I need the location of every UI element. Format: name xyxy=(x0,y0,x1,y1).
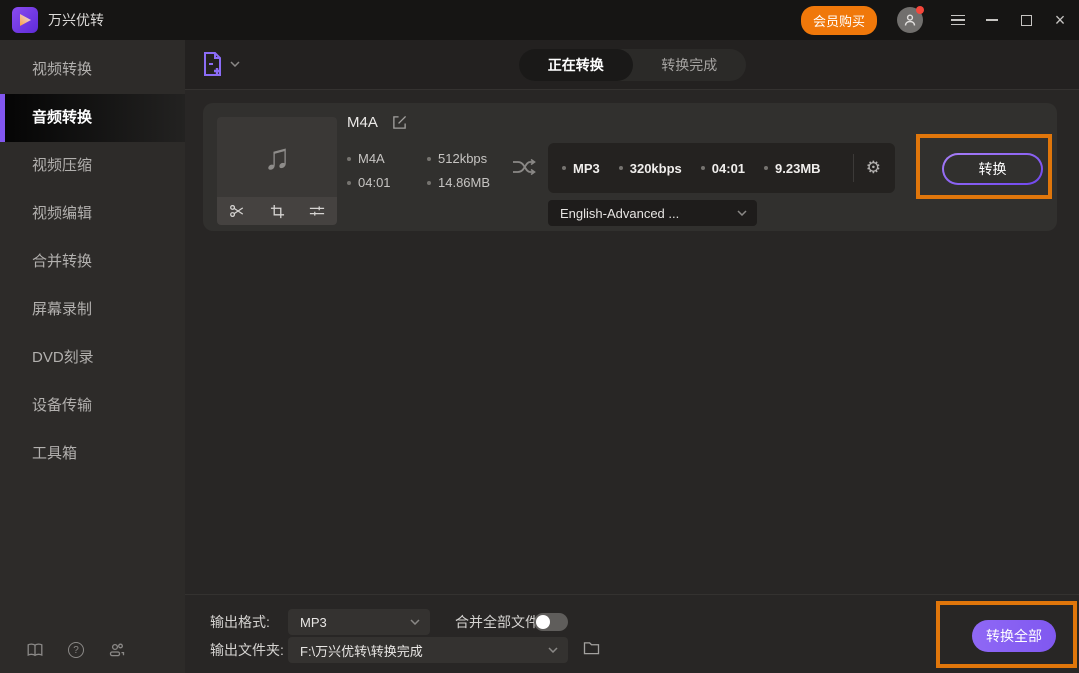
bullet-dot xyxy=(619,166,623,170)
source-format: M4A xyxy=(358,151,385,166)
file-thumbnail: ♫ xyxy=(217,117,337,225)
bullet-dot xyxy=(562,166,566,170)
bullet-dot xyxy=(701,166,705,170)
minimize-icon xyxy=(986,19,998,21)
source-size: 14.86MB xyxy=(438,175,490,190)
target-duration: 04:01 xyxy=(712,161,745,176)
help-icon[interactable]: ? xyxy=(68,642,84,658)
add-file-icon xyxy=(202,51,223,77)
chevron-down-icon xyxy=(737,210,747,216)
bullet-dot xyxy=(347,181,351,185)
sidebar-item-video-compress[interactable]: 视频压缩 xyxy=(0,142,185,190)
thumbnail-toolbar xyxy=(217,197,337,225)
app-logo-icon xyxy=(12,7,38,33)
source-info: M4A 512kbps 04:01 14.86MB xyxy=(347,150,490,191)
source-bitrate: 512kbps xyxy=(438,151,487,166)
bullet-dot xyxy=(347,157,351,161)
user-avatar[interactable] xyxy=(897,7,923,33)
sidebar: 视频转换 音频转换 视频压缩 视频编辑 合并转换 屏幕录制 DVD刻录 设备传输… xyxy=(0,40,185,673)
rename-edit-icon[interactable] xyxy=(392,115,407,130)
menu-button[interactable] xyxy=(943,5,973,35)
open-folder-icon[interactable] xyxy=(583,641,600,655)
sidebar-item-merge-convert[interactable]: 合并转换 xyxy=(0,238,185,286)
target-format: MP3 xyxy=(573,161,600,176)
target-settings-strip: MP3 320kbps 04:01 9.23MB ⚙ xyxy=(548,143,895,193)
music-note-icon: ♫ xyxy=(217,117,337,197)
gear-settings-icon[interactable]: ⚙ xyxy=(866,158,881,178)
sidebar-item-dvd-burn[interactable]: DVD刻录 xyxy=(0,334,185,382)
toggle-knob xyxy=(536,615,550,629)
chevron-down-icon xyxy=(548,647,558,653)
sidebar-item-video-edit[interactable]: 视频编辑 xyxy=(0,190,185,238)
tab-group: 正在转换 转换完成 xyxy=(519,49,746,81)
bullet-dot xyxy=(427,181,431,185)
hamburger-icon xyxy=(951,15,965,25)
minimize-button[interactable] xyxy=(977,5,1007,35)
merge-all-toggle[interactable] xyxy=(534,613,568,631)
divider xyxy=(853,154,854,182)
trim-scissors-icon[interactable] xyxy=(228,202,246,220)
title-bar: 万兴优转 会员购买 × xyxy=(0,0,1079,40)
maximize-button[interactable] xyxy=(1011,5,1041,35)
effects-adjust-icon[interactable] xyxy=(308,202,326,220)
tab-finished[interactable]: 转换完成 xyxy=(633,49,747,81)
community-icon[interactable] xyxy=(108,641,126,659)
sidebar-item-device-transfer[interactable]: 设备传输 xyxy=(0,382,185,430)
output-format-label: 输出格式: xyxy=(210,609,270,635)
bullet-dot xyxy=(764,166,768,170)
crop-icon[interactable] xyxy=(268,202,286,220)
file-title: M4A xyxy=(347,114,378,131)
sidebar-item-video-convert[interactable]: 视频转换 xyxy=(0,46,185,94)
notification-dot xyxy=(916,6,924,14)
output-format-dropdown[interactable]: MP3 xyxy=(288,609,430,635)
add-file-button[interactable] xyxy=(202,51,240,77)
target-size: 9.23MB xyxy=(775,161,821,176)
sidebar-item-audio-convert[interactable]: 音频转换 xyxy=(0,94,185,142)
main-header: 正在转换 转换完成 xyxy=(185,40,1079,90)
sidebar-item-toolbox[interactable]: 工具箱 xyxy=(0,430,185,478)
target-bitrate: 320kbps xyxy=(630,161,682,176)
close-button[interactable]: × xyxy=(1045,5,1075,35)
bullet-dot xyxy=(427,157,431,161)
main-area: 正在转换 转换完成 ♫ xyxy=(185,40,1079,673)
highlight-box-convert-all xyxy=(936,601,1077,668)
membership-buy-button[interactable]: 会员购买 xyxy=(801,6,877,35)
tab-converting[interactable]: 正在转换 xyxy=(519,49,633,81)
output-format-value: MP3 xyxy=(300,615,410,630)
chevron-down-icon xyxy=(230,61,240,67)
voice-language-value: English-Advanced ... xyxy=(560,206,737,221)
merge-all-label: 合并全部文件 xyxy=(455,609,539,635)
output-folder-value: F:\万兴优转\转换完成 xyxy=(300,641,548,660)
guide-book-icon[interactable] xyxy=(26,641,44,659)
convert-direction-icon xyxy=(511,155,537,179)
chevron-down-icon xyxy=(410,619,420,625)
app-title: 万兴优转 xyxy=(48,10,104,30)
highlight-box-convert xyxy=(916,134,1052,199)
maximize-icon xyxy=(1021,15,1032,26)
source-duration: 04:01 xyxy=(358,175,391,190)
voice-language-dropdown[interactable]: English-Advanced ... xyxy=(548,200,757,226)
sidebar-item-screen-record[interactable]: 屏幕录制 xyxy=(0,286,185,334)
output-folder-label: 输出文件夹: xyxy=(210,637,284,663)
output-folder-dropdown[interactable]: F:\万兴优转\转换完成 xyxy=(288,637,568,663)
